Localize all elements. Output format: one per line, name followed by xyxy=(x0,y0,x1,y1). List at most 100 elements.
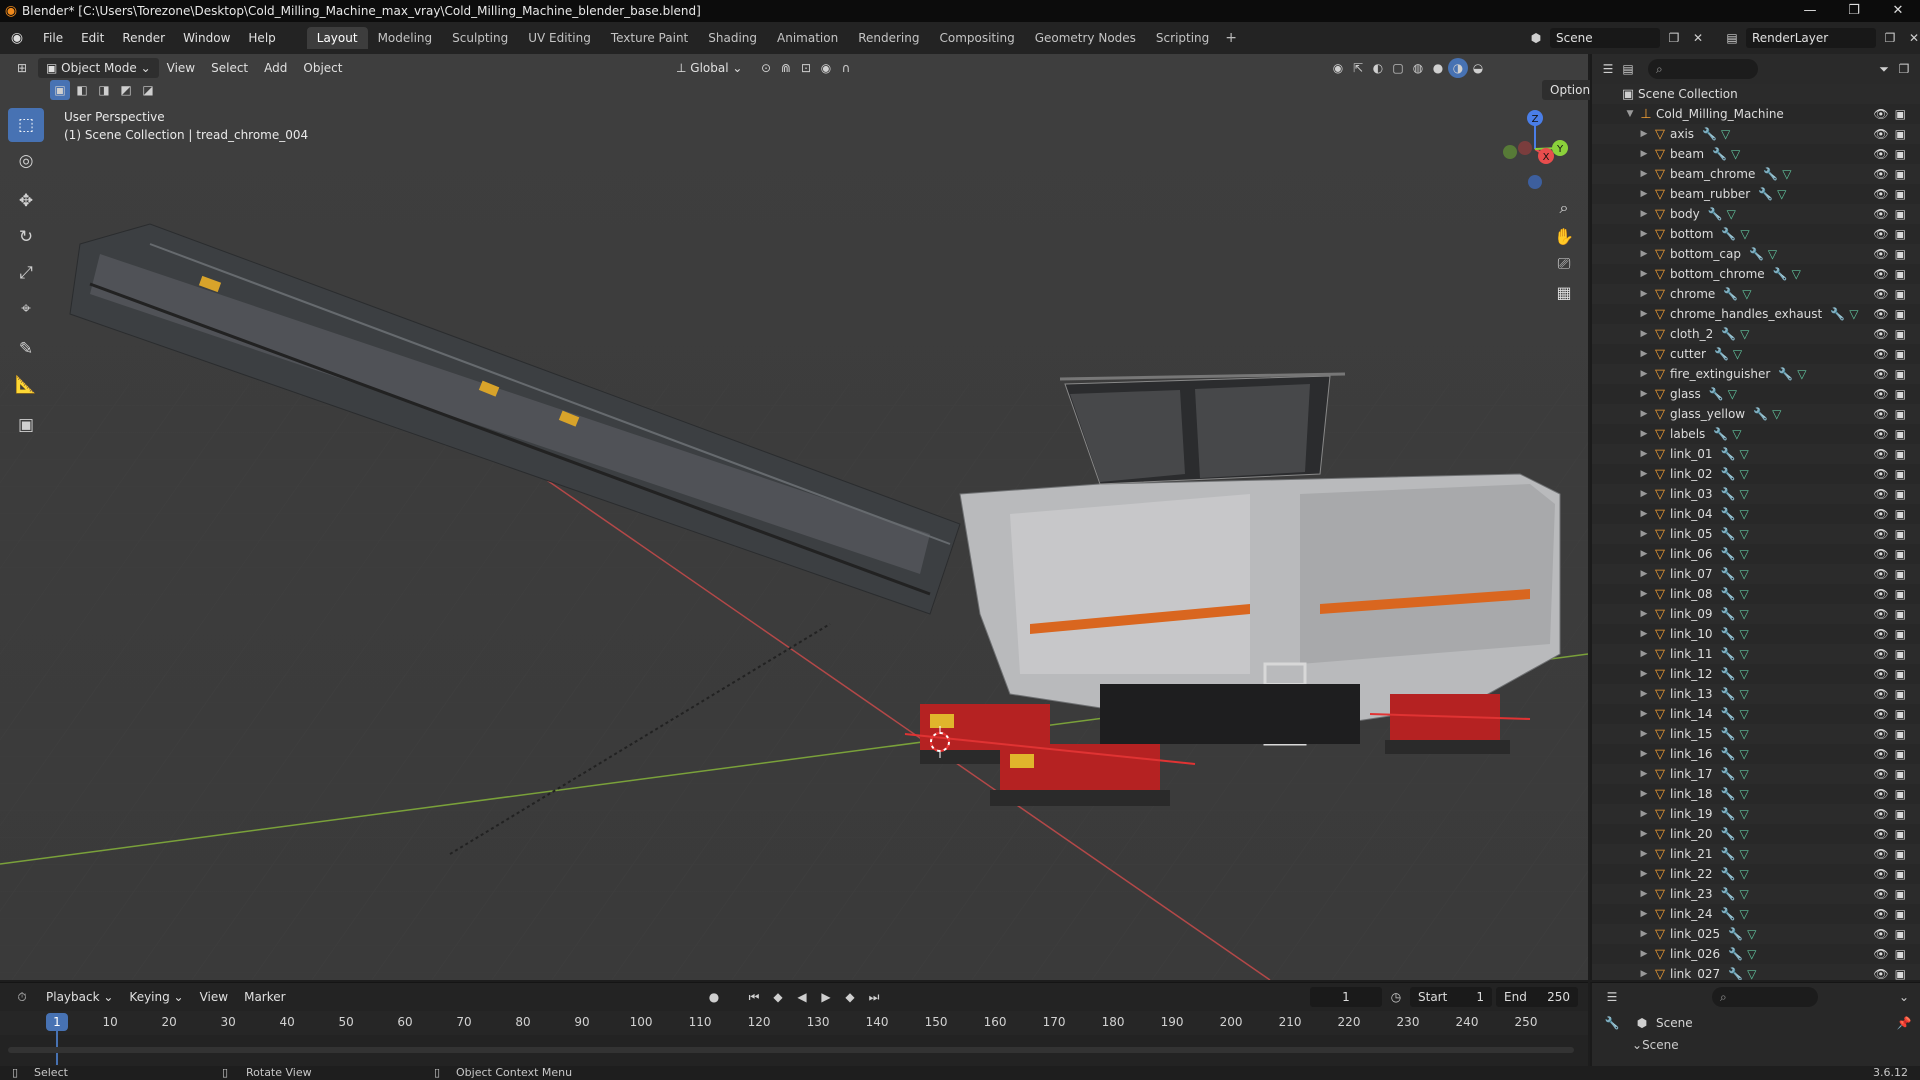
outliner-object-row[interactable]: ▶ ▽ link_20 🔧 ▽ 👁▣ xyxy=(1592,824,1920,844)
outliner-object-row[interactable]: ▶ ▽ link_09 🔧 ▽ 👁▣ xyxy=(1592,604,1920,624)
chevron-down-icon[interactable]: ⌄ xyxy=(1894,987,1914,1007)
visibility-toggles[interactable]: 👁▣ xyxy=(1873,467,1912,481)
visibility-toggles[interactable]: 👁▣ xyxy=(1873,307,1912,321)
outliner-object-row[interactable]: ▶ ▽ axis 🔧 ▽ 👁▣ xyxy=(1592,124,1920,144)
menu-file[interactable]: File xyxy=(34,31,72,45)
mesh-data-icon[interactable]: ▽ xyxy=(1782,167,1791,181)
expand-triangle-icon[interactable]: ▶ xyxy=(1638,829,1650,839)
menu-keying[interactable]: Keying ⌄ xyxy=(121,987,191,1007)
outliner-object-row[interactable]: ▶ ▽ link_21 🔧 ▽ 👁▣ xyxy=(1592,844,1920,864)
outliner-object-row[interactable]: ▶ ▽ cutter 🔧 ▽ 👁▣ xyxy=(1592,344,1920,364)
tool-tab-icon[interactable]: 🔧 xyxy=(1602,1013,1622,1033)
menu-help[interactable]: Help xyxy=(239,31,284,45)
mesh-data-icon[interactable]: ▽ xyxy=(1727,207,1736,221)
select-new-icon[interactable]: ▣ xyxy=(50,80,70,100)
modifier-wrench-icon[interactable]: 🔧 xyxy=(1721,807,1736,821)
visibility-toggles[interactable]: 👁▣ xyxy=(1873,907,1912,921)
visibility-toggles[interactable]: 👁▣ xyxy=(1873,387,1912,401)
visibility-toggles[interactable]: 👁▣ xyxy=(1873,587,1912,601)
outliner-object-row[interactable]: ▶ ▽ glass_yellow 🔧 ▽ 👁▣ xyxy=(1592,404,1920,424)
properties-section-row[interactable]: ⌄ Scene xyxy=(1592,1035,1920,1055)
rendered-shading-icon[interactable]: ◒ xyxy=(1468,58,1488,78)
tab-modeling[interactable]: Modeling xyxy=(368,27,443,49)
mesh-data-icon[interactable]: ▽ xyxy=(1739,647,1748,661)
mesh-data-icon[interactable]: ▽ xyxy=(1747,947,1756,961)
outliner-object-row[interactable]: ▶ ▽ link_03 🔧 ▽ 👁▣ xyxy=(1592,484,1920,504)
outliner-object-row[interactable]: ▶ ▽ cloth_2 🔧 ▽ 👁▣ xyxy=(1592,324,1920,344)
expand-triangle-icon[interactable]: ▶ xyxy=(1638,309,1650,319)
mesh-data-icon[interactable]: ▽ xyxy=(1733,347,1742,361)
mesh-data-icon[interactable]: ▽ xyxy=(1739,487,1748,501)
select-invert-icon[interactable]: ◩ xyxy=(116,80,136,100)
modifier-wrench-icon[interactable]: 🔧 xyxy=(1721,727,1736,741)
expand-triangle-icon[interactable]: ▶ xyxy=(1638,209,1650,219)
outliner-object-row[interactable]: ▶ ▽ beam 🔧 ▽ 👁▣ xyxy=(1592,144,1920,164)
visibility-toggles[interactable]: 👁▣ xyxy=(1873,547,1912,561)
outliner-object-row[interactable]: ▶ ▽ link_18 🔧 ▽ 👁▣ xyxy=(1592,784,1920,804)
visibility-toggles[interactable]: 👁▣ xyxy=(1873,447,1912,461)
expand-triangle-icon[interactable]: ▶ xyxy=(1638,349,1650,359)
expand-triangle-icon[interactable]: ▶ xyxy=(1638,449,1650,459)
zoom-icon[interactable]: ⌕ xyxy=(1550,194,1578,222)
outliner-object-row[interactable]: ▶ ▽ glass 🔧 ▽ 👁▣ xyxy=(1592,384,1920,404)
annotate-tool-icon[interactable]: ✎ xyxy=(8,332,44,366)
visibility-toggles[interactable]: 👁▣ xyxy=(1873,487,1912,501)
pan-hand-icon[interactable]: ✋ xyxy=(1550,222,1578,250)
modifier-wrench-icon[interactable]: 🔧 xyxy=(1753,407,1768,421)
new-collection-icon[interactable]: ❐ xyxy=(1894,59,1914,79)
pin-icon[interactable]: 📌 xyxy=(1894,1013,1914,1033)
falloff-icon[interactable]: ∩ xyxy=(836,58,856,78)
expand-triangle-icon[interactable]: ▶ xyxy=(1638,469,1650,479)
new-view-layer-icon[interactable]: ❐ xyxy=(1880,28,1900,48)
outliner-object-row[interactable]: ▶ ▽ link_13 🔧 ▽ 👁▣ xyxy=(1592,684,1920,704)
mesh-data-icon[interactable]: ▽ xyxy=(1739,687,1748,701)
outliner-object-row[interactable]: ▶ ▽ link_15 🔧 ▽ 👁▣ xyxy=(1592,724,1920,744)
proportional-edit-icon[interactable]: ◉ xyxy=(816,58,836,78)
modifier-wrench-icon[interactable]: 🔧 xyxy=(1721,507,1736,521)
expand-triangle-icon[interactable]: ▶ xyxy=(1638,629,1650,639)
visibility-toggles[interactable]: 👁▣ xyxy=(1873,927,1912,941)
outliner-object-row[interactable]: ▶ ▽ bottom 🔧 ▽ 👁▣ xyxy=(1592,224,1920,244)
modifier-wrench-icon[interactable]: 🔧 xyxy=(1773,267,1788,281)
modifier-wrench-icon[interactable]: 🔧 xyxy=(1721,327,1736,341)
outliner-object-row[interactable]: ▶ ▽ link_027 🔧 ▽ 👁▣ xyxy=(1592,964,1920,980)
next-keyframe-icon[interactable]: ◆ xyxy=(840,987,860,1007)
scene-field[interactable]: Scene xyxy=(1550,28,1660,48)
timeline-editor-icon[interactable]: ⏱ xyxy=(12,987,32,1007)
visibility-toggles[interactable]: 👁▣ xyxy=(1873,507,1912,521)
mesh-data-icon[interactable]: ▽ xyxy=(1739,667,1748,681)
outliner-object-row[interactable]: ▶ ▽ body 🔧 ▽ 👁▣ xyxy=(1592,204,1920,224)
transform-tool-icon[interactable]: ⌖ xyxy=(8,292,44,326)
expand-triangle-icon[interactable]: ▶ xyxy=(1638,729,1650,739)
modifier-wrench-icon[interactable]: 🔧 xyxy=(1721,627,1736,641)
expand-triangle-icon[interactable]: ▶ xyxy=(1638,569,1650,579)
modifier-wrench-icon[interactable]: 🔧 xyxy=(1721,647,1736,661)
modifier-wrench-icon[interactable]: 🔧 xyxy=(1749,247,1764,261)
ortho-grid-icon[interactable]: ▦ xyxy=(1550,278,1578,306)
view-layer-field[interactable]: RenderLayer xyxy=(1746,28,1876,48)
visibility-toggles[interactable]: 👁▣ xyxy=(1873,827,1912,841)
mesh-data-icon[interactable]: ▽ xyxy=(1728,387,1737,401)
delete-scene-icon[interactable]: ✕ xyxy=(1688,28,1708,48)
outliner-collection-row[interactable]: ▼ ⊥ Cold_Milling_Machine 👁▣ xyxy=(1592,104,1920,124)
outliner-object-row[interactable]: ▶ ▽ chrome 🔧 ▽ 👁▣ xyxy=(1592,284,1920,304)
add-cube-tool-icon[interactable]: ▣ xyxy=(8,408,44,442)
expand-triangle-icon[interactable]: ▶ xyxy=(1638,529,1650,539)
expand-triangle-icon[interactable]: ▶ xyxy=(1638,429,1650,439)
visibility-toggles[interactable]: 👁▣ xyxy=(1873,227,1912,241)
modifier-wrench-icon[interactable]: 🔧 xyxy=(1721,747,1736,761)
current-frame-field[interactable]: 1 xyxy=(1310,987,1382,1007)
outliner-object-row[interactable]: ▶ ▽ bottom_cap 🔧 ▽ 👁▣ xyxy=(1592,244,1920,264)
outliner-object-row[interactable]: ▶ ▽ link_05 🔧 ▽ 👁▣ xyxy=(1592,524,1920,544)
expand-triangle-icon[interactable]: ▶ xyxy=(1638,269,1650,279)
expand-triangle-icon[interactable]: ▶ xyxy=(1638,969,1650,979)
menu-window[interactable]: Window xyxy=(174,31,239,45)
modifier-wrench-icon[interactable]: 🔧 xyxy=(1702,127,1717,141)
visibility-toggles[interactable]: 👁▣ xyxy=(1873,527,1912,541)
move-tool-icon[interactable]: ✥ xyxy=(8,184,44,218)
visibility-toggles[interactable]: 👁▣ xyxy=(1873,887,1912,901)
select-extend-icon[interactable]: ◧ xyxy=(72,80,92,100)
expand-triangle-icon[interactable]: ▶ xyxy=(1638,189,1650,199)
new-scene-icon[interactable]: ❐ xyxy=(1664,28,1684,48)
wireframe-shading-icon[interactable]: ◍ xyxy=(1408,58,1428,78)
